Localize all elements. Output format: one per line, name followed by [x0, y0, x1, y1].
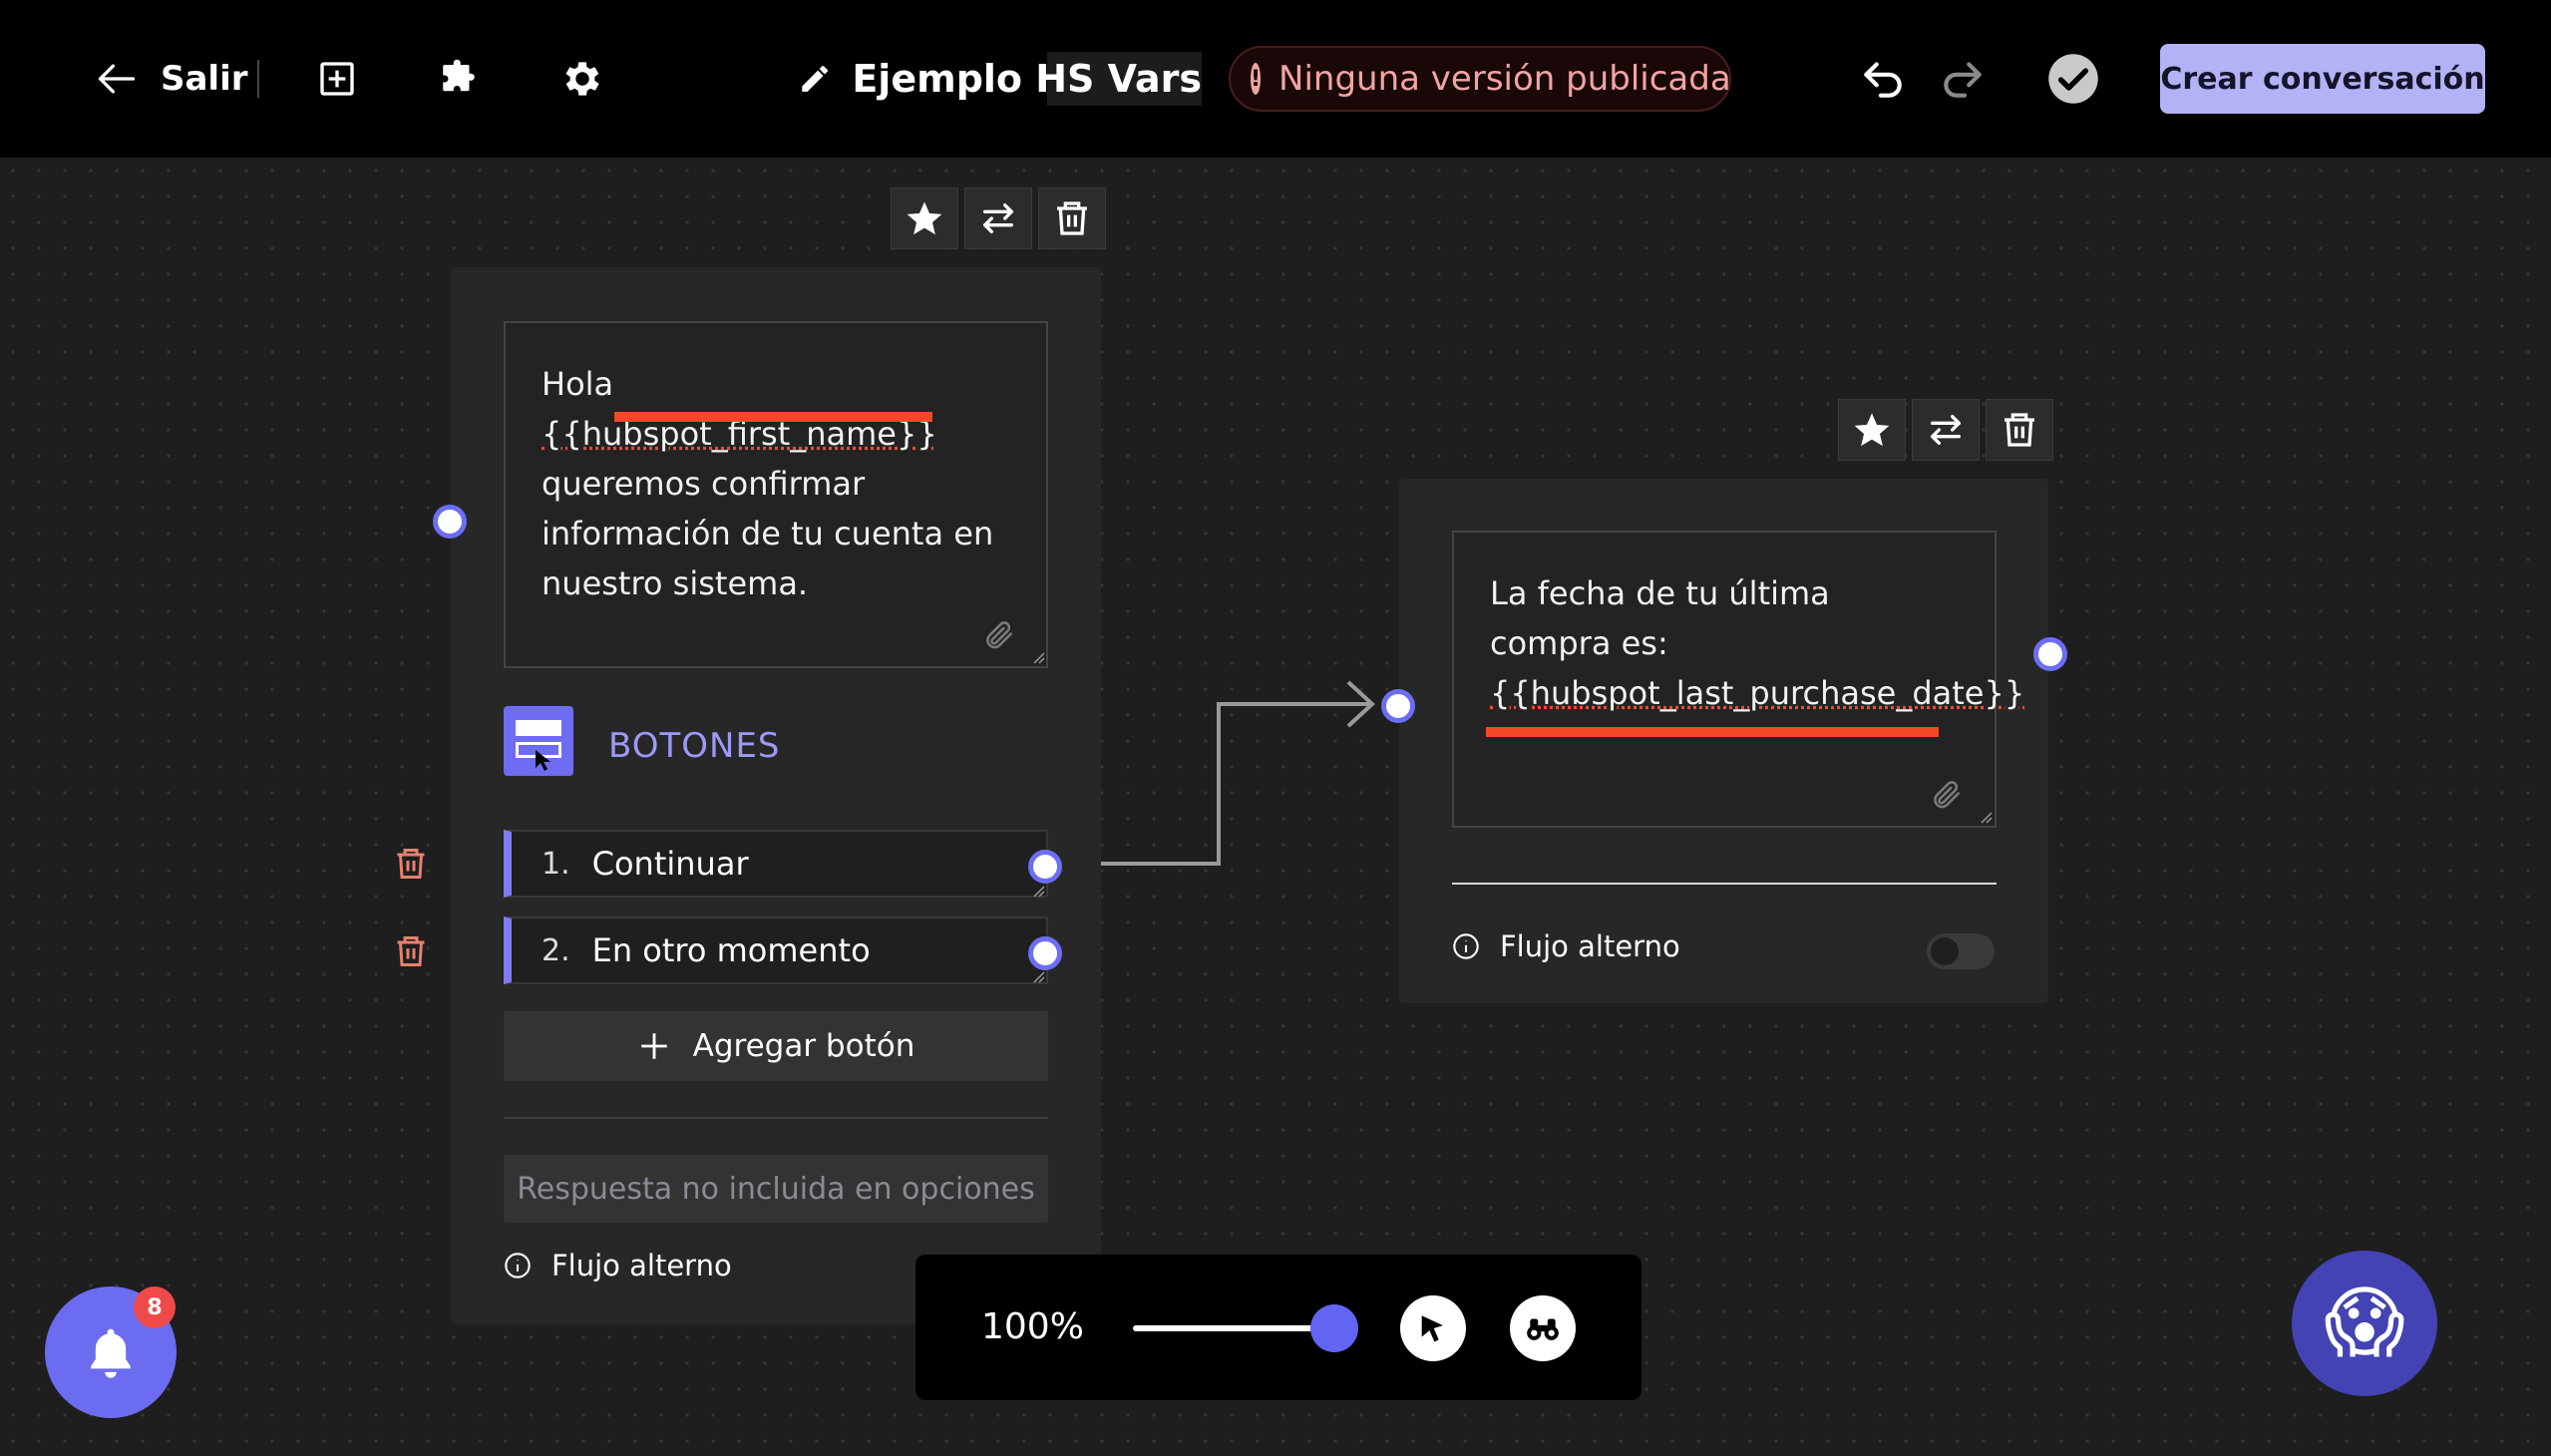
swap-icon [1931, 415, 1961, 445]
alt-flow-label: Flujo alterno [1500, 929, 1680, 963]
option-row[interactable]: 2. En otro momento [504, 916, 1048, 984]
add-button-button[interactable]: Agregar botón [504, 1011, 1048, 1081]
arrow-left-icon [98, 64, 136, 94]
resize-handle-icon[interactable] [1031, 969, 1045, 983]
trash-icon [1057, 201, 1087, 235]
assistant-button[interactable]: 😱 [2292, 1251, 2437, 1396]
alt-flow-toggle[interactable] [1927, 933, 1995, 969]
node2-delete-button[interactable] [1986, 399, 2053, 461]
divider [1452, 883, 1997, 885]
binoculars-icon [1527, 1318, 1559, 1340]
node1-favorite-button[interactable] [891, 187, 958, 249]
highlight-underline [1486, 727, 1939, 737]
back-button[interactable]: Salir [95, 50, 248, 108]
save-check-button[interactable] [2045, 51, 2101, 107]
resize-handle-icon[interactable] [1031, 884, 1045, 898]
cursor-icon [1421, 1315, 1443, 1342]
fallback-placeholder: Respuesta no incluida en opciones [517, 1171, 1035, 1207]
undo-icon [1864, 62, 1902, 98]
select-tool-button[interactable] [1400, 1295, 1466, 1361]
option-label: Continuar [591, 845, 749, 883]
back-label: Salir [161, 59, 248, 99]
node1-message-input[interactable]: Hola {{hubspot_first_name}} queremos con… [504, 321, 1048, 668]
buttons-icon [504, 706, 573, 776]
toggle-knob [1931, 937, 1959, 965]
node2-variable: {{hubspot_last_purchase_date}} [1490, 674, 2025, 712]
trash-icon[interactable] [393, 933, 429, 969]
redo-button[interactable] [1935, 51, 1991, 107]
paperclip-icon[interactable] [981, 618, 1015, 652]
zoom-level: 100% [981, 1306, 1084, 1347]
top-bar: Salir Ejemplo HS Vars ! Ninguna versión … [0, 0, 2551, 158]
node2-input-port[interactable] [1381, 689, 1415, 723]
node2-alt-flow: Flujo alterno [1452, 929, 1680, 963]
trash-icon [2004, 413, 2034, 447]
buttons-section-label: BOTONES [608, 726, 781, 766]
publish-status-badge: ! Ninguna versión publicada [1229, 46, 1731, 112]
divider [504, 1117, 1048, 1119]
swap-icon [983, 203, 1013, 233]
node1-delete-button[interactable] [1038, 187, 1106, 249]
paperclip-icon[interactable] [1929, 778, 1963, 812]
resize-handle-icon[interactable] [1031, 650, 1045, 664]
node2-output-port[interactable] [2033, 637, 2067, 671]
create-conversation-button[interactable]: Crear conversación [2160, 44, 2485, 114]
node1-swap-button[interactable] [964, 187, 1032, 249]
star-icon [1854, 413, 1890, 447]
undo-button[interactable] [1855, 51, 1911, 107]
option1-output-port[interactable] [1028, 850, 1062, 884]
bell-icon [91, 1328, 131, 1378]
trash-icon[interactable] [393, 846, 429, 882]
info-icon [505, 1253, 531, 1278]
star-icon [907, 201, 942, 235]
node2-message-pre: La fecha de tu última compra es: [1490, 574, 1830, 662]
alert-icon: ! [1251, 63, 1262, 95]
alt-flow-label: Flujo alterno [551, 1249, 732, 1282]
option-label: En otro momento [591, 931, 871, 969]
node1-input-port[interactable] [433, 505, 467, 539]
node2-favorite-button[interactable] [1838, 399, 1906, 461]
gear-icon [565, 62, 599, 96]
integrations-button[interactable] [431, 51, 487, 107]
flow-title-text: Ejemplo HS Vars [852, 57, 1202, 101]
zoom-slider-handle[interactable] [1310, 1304, 1358, 1352]
node1-message-pre: Hola [542, 365, 614, 403]
flow-title[interactable]: Ejemplo HS Vars [798, 50, 1202, 108]
option-number: 1. [542, 846, 570, 882]
add-square-icon [320, 62, 354, 96]
add-block-button[interactable] [309, 51, 365, 107]
node2-toolbar [1838, 399, 2053, 461]
notification-count-badge: 8 [134, 1286, 176, 1328]
check-circle-icon [2048, 54, 2098, 104]
node1-message-post: queremos confirmar información de tu cue… [542, 465, 994, 602]
divider [257, 60, 259, 98]
resize-handle-icon[interactable] [1979, 810, 1993, 824]
node2-message-input[interactable]: La fecha de tu última compra es: {{hubsp… [1452, 531, 2024, 828]
settings-button[interactable] [554, 51, 610, 107]
node1-toolbar [891, 187, 1106, 249]
node1-alt-flow: Flujo alterno [504, 1249, 732, 1282]
highlight-underline [614, 412, 932, 422]
fallback-response-input[interactable]: Respuesta no incluida en opciones [504, 1155, 1048, 1223]
node2-swap-button[interactable] [1912, 399, 1980, 461]
info-icon [1453, 933, 1479, 959]
pencil-icon [802, 66, 829, 92]
option-row[interactable]: 1. Continuar [504, 830, 1048, 898]
publish-status-text: Ninguna versión publicada [1278, 59, 1731, 99]
option-number: 2. [542, 932, 570, 968]
zoom-slider-track[interactable] [1133, 1325, 1334, 1331]
add-button-label: Agregar botón [692, 1028, 915, 1064]
find-tool-button[interactable] [1510, 1295, 1576, 1361]
puzzle-icon [443, 59, 475, 92]
redo-icon [1944, 62, 1982, 98]
option2-output-port[interactable] [1028, 936, 1062, 970]
plus-icon [640, 1033, 667, 1059]
